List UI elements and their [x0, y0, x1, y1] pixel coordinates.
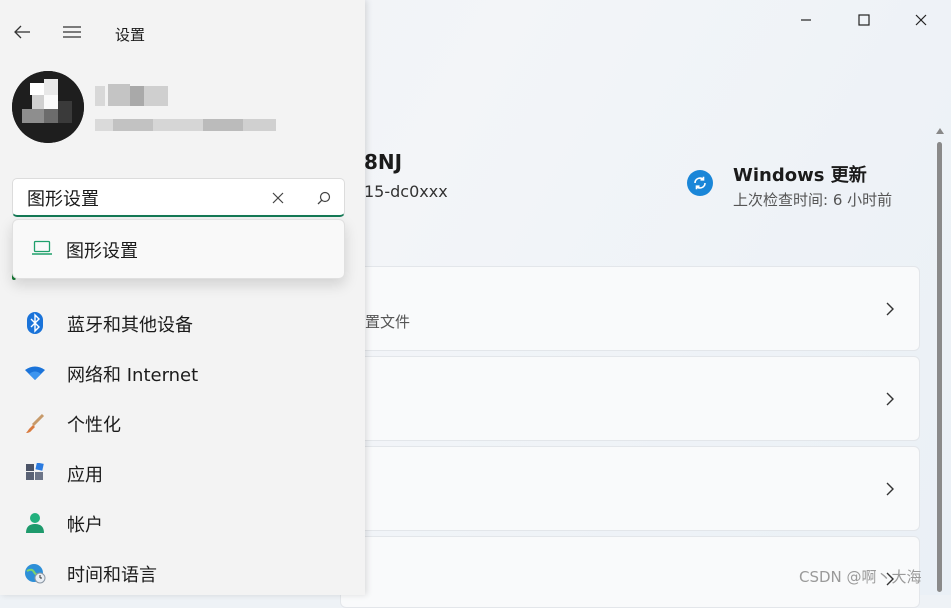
settings-card[interactable]: 置文件 — [340, 266, 920, 351]
sidebar: 设置 蓝牙和其他设备 网络和 Internet 个性化 应用 帐户 时间和语言 — [0, 0, 365, 595]
sidebar-item-network[interactable]: 网络和 Internet — [12, 352, 352, 392]
search-suggestions: 图形设置 — [12, 219, 345, 279]
chevron-right-icon — [886, 482, 894, 495]
sidebar-item-label: 网络和 Internet — [67, 365, 199, 386]
windows-update-status: 上次检查时间: 6 小时前 — [733, 191, 893, 209]
chevron-right-icon — [886, 302, 894, 315]
menu-button[interactable] — [58, 20, 86, 44]
sidebar-item-accounts[interactable]: 帐户 — [12, 502, 352, 542]
windows-update-title[interactable]: Windows 更新 — [733, 161, 867, 187]
globe-clock-icon — [24, 562, 46, 584]
close-button[interactable] — [901, 8, 941, 32]
laptop-icon — [31, 240, 53, 260]
search-icon — [317, 191, 331, 205]
watermark: CSDN @啊丶大海 — [799, 568, 922, 586]
settings-card[interactable] — [340, 356, 920, 441]
apps-icon — [24, 462, 46, 484]
chevron-right-icon — [886, 392, 894, 405]
maximize-button[interactable] — [844, 8, 884, 32]
sidebar-item-label: 时间和语言 — [67, 565, 157, 586]
clear-search-button[interactable] — [268, 188, 288, 208]
account-icon — [24, 512, 46, 534]
device-model: 15-dc0xxx — [364, 182, 448, 201]
hamburger-icon — [63, 26, 81, 38]
minimize-icon — [801, 19, 811, 21]
card-subtitle: 置文件 — [365, 313, 411, 331]
sidebar-item-label: 个性化 — [67, 415, 121, 436]
close-icon — [915, 14, 927, 26]
windows-update-icon[interactable] — [687, 170, 713, 196]
bluetooth-icon — [24, 312, 46, 334]
back-button[interactable] — [8, 20, 36, 44]
wifi-icon — [24, 362, 46, 384]
avatar[interactable] — [12, 71, 84, 143]
search-suggestion-label: 图形设置 — [66, 241, 138, 262]
scroll-up-arrow-icon[interactable] — [936, 128, 944, 134]
close-icon — [272, 192, 284, 204]
search-input[interactable] — [25, 185, 269, 211]
sidebar-item-label: 蓝牙和其他设备 — [67, 315, 193, 336]
maximize-icon — [858, 14, 870, 26]
device-name: 8NJ — [364, 150, 403, 174]
minimize-button[interactable] — [786, 8, 826, 32]
scrollbar-thumb[interactable] — [937, 142, 942, 592]
search-box[interactable] — [12, 178, 345, 217]
vertical-scrollbar[interactable] — [936, 128, 944, 595]
sidebar-item-time-language[interactable]: 时间和语言 — [12, 552, 352, 592]
search-button[interactable] — [314, 188, 334, 208]
sidebar-item-personalization[interactable]: 个性化 — [12, 402, 352, 442]
search-suggestion-item[interactable]: 图形设置 — [19, 226, 338, 272]
sidebar-item-bluetooth[interactable]: 蓝牙和其他设备 — [12, 302, 352, 342]
avatar-image — [12, 71, 84, 143]
sidebar-item-apps[interactable]: 应用 — [12, 452, 352, 492]
sidebar-item-label: 帐户 — [67, 515, 103, 536]
sync-icon — [694, 176, 706, 190]
settings-card[interactable] — [340, 446, 920, 531]
app-title: 设置 — [115, 26, 146, 44]
brush-icon — [24, 412, 46, 434]
sidebar-item-label: 应用 — [67, 465, 103, 486]
back-arrow-icon — [14, 25, 30, 39]
